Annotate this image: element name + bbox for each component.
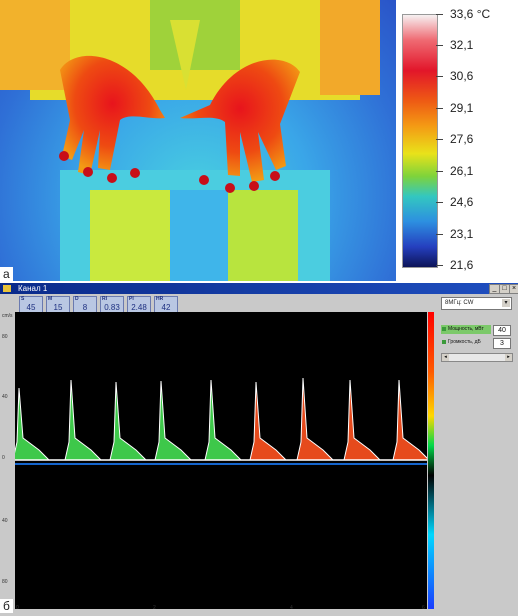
pulse-waveform [343,379,381,461]
scale-label: 23,1 [450,227,474,241]
window-title: Канал 1 [18,284,48,293]
y-tick: 40 [2,394,8,400]
x-tick: 4 [290,605,293,611]
scale-label: 26,1 [450,164,474,178]
volume-input[interactable]: 3 [493,338,511,349]
thermogram-panel: 33,6 °C 32,1 30,6 29,1 27,6 26,1 24,6 23… [0,0,518,281]
doppler-spectrum [12,312,430,609]
power-field: Мощность, мВт 40 [441,325,513,336]
scale-tick [436,108,443,109]
scale-tick [436,171,443,172]
pulse-waveform [204,379,242,461]
window-titlebar[interactable]: Канал 1 _ □ × [0,283,518,294]
x-tick: 0 [16,605,19,611]
velocity-axis: cm/s 80 40 0 40 80 [0,312,15,609]
scale-label: 32,1 [450,38,474,52]
scale-tick [436,234,443,235]
pulse-waveform [64,379,102,461]
scale-tick [436,45,443,46]
panel-label-b: б [0,599,13,613]
scale-tick [436,202,443,203]
scale-tick [436,76,443,77]
doppler-colorbar [428,312,434,609]
scale-label-max: 33,6 °C [450,7,491,21]
doppler-waveform [12,377,430,465]
time-axis: 0 2 4 6 [15,605,427,615]
thermal-image-drawing [0,0,380,281]
y-tick: 40 [2,518,8,524]
thermal-image [0,0,396,281]
scale-label: 29,1 [450,101,474,115]
panel-label-a: а [0,267,13,281]
scale-label: 24,6 [450,195,474,209]
x-tick: 6 [422,605,425,611]
pulse-waveform [12,387,50,461]
close-icon[interactable]: × [509,284,518,294]
pulse-waveform [109,381,147,461]
power-input[interactable]: 40 [493,325,511,336]
y-tick: 80 [2,579,8,585]
pulse-waveform [296,377,334,461]
pulse-waveform [249,381,287,461]
volume-label: Громкость, дБ [441,338,491,347]
stats-row: S 45 M 15 D8 RI 0.83 PI 2.48 HR 42 [19,296,181,314]
scale-tick [436,139,443,140]
temperature-scale-ticks [436,14,446,266]
y-tick: 0 [2,455,5,461]
volume-field: Громкость, дБ 3 [441,338,513,349]
control-panel: 8МГц: CW ▾ Мощность, мВт 40 Громкость, д… [438,294,518,414]
chevron-down-icon[interactable]: ▾ [502,299,510,307]
temperature-scale-bar [402,14,438,268]
arrow-right-icon[interactable]: ▸ [505,354,512,361]
y-tick: 80 [2,334,8,340]
volume-slider[interactable]: ◂ ▸ [441,353,513,362]
y-unit: cm/s [2,313,13,319]
scale-label-min: 21,6 [450,258,474,272]
app-icon [3,285,11,292]
x-tick: 2 [153,605,156,611]
pulse-waveform [392,379,430,461]
power-label: Мощность, мВт [441,325,491,334]
pulse-waveform [154,380,192,461]
scale-label: 27,6 [450,132,474,146]
scale-tick [436,14,443,15]
mode-select[interactable]: 8МГц: CW ▾ [441,297,512,310]
scale-label: 30,6 [450,69,474,83]
arrow-left-icon[interactable]: ◂ [442,354,449,361]
scale-tick [436,265,443,266]
doppler-window: Канал 1 _ □ × S 45 M 15 D8 RI 0.83 PI 2.48 H… [0,283,518,616]
